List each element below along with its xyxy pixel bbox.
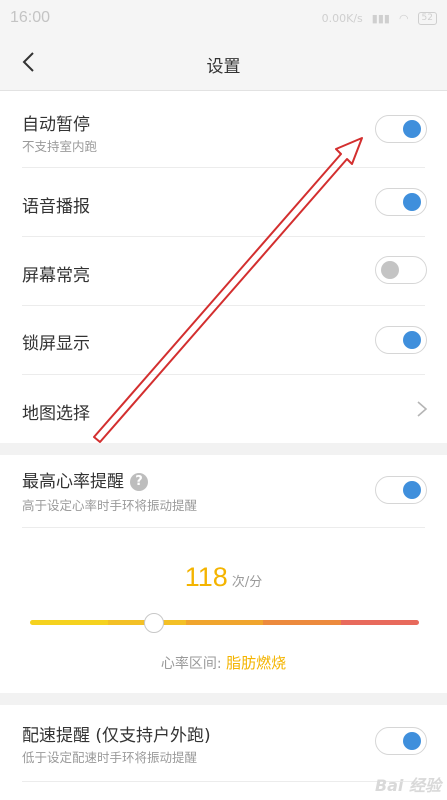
divider	[22, 527, 425, 528]
heart-rate-number: 118	[184, 562, 228, 592]
slider-segment	[263, 620, 342, 625]
toggle-knob	[403, 193, 421, 211]
toggle-knob	[381, 261, 399, 279]
chevron-right-icon	[417, 401, 428, 417]
watermark: Bai 经验	[374, 776, 441, 795]
wifi-icon: ◠	[398, 11, 409, 25]
heart-rate-unit: 次/分	[231, 575, 263, 590]
status-time: 16:00	[10, 9, 51, 26]
setting-auto-pause: 自动暂停 不支持室内跑	[0, 92, 447, 168]
toggle-knob	[403, 120, 421, 138]
battery-icon: 52	[417, 11, 437, 25]
lock-display-toggle[interactable]	[375, 326, 427, 354]
heart-rate-label: 最高心率提醒	[22, 472, 124, 492]
heart-rate-zone: 心率区间: 脂肪燃烧	[0, 652, 447, 673]
setting-label: 锁屏显示	[22, 334, 90, 354]
page-title: 设置	[206, 57, 241, 77]
divider	[22, 781, 425, 782]
setting-lock-display: 锁屏显示	[0, 306, 447, 374]
status-bar: 16:00 0.00K/s ▮▮▮ ◠ 52	[0, 0, 447, 36]
setting-label: 语音播报	[22, 197, 90, 217]
zone-value: 脂肪燃烧	[226, 654, 287, 672]
voice-toggle[interactable]	[375, 188, 427, 216]
pace-toggle[interactable]	[375, 727, 427, 755]
setting-sub: 低于设定配速时手环将振动提醒	[22, 750, 198, 765]
setting-label: 自动暂停	[22, 115, 90, 135]
toggle-knob	[403, 732, 421, 750]
toggle-knob	[403, 481, 421, 499]
toggle-knob	[403, 331, 421, 349]
slider-segment	[30, 620, 108, 625]
setting-label: 屏幕常亮	[22, 266, 90, 286]
slider-segment	[341, 620, 419, 625]
heart-rate-slider[interactable]	[30, 620, 419, 625]
app-header: 设置	[0, 36, 447, 91]
setting-sub: 高于设定心率时手环将振动提醒	[22, 498, 198, 513]
zone-label: 心率区间:	[160, 656, 222, 672]
setting-label: 最高心率提醒?	[22, 467, 148, 492]
slider-thumb[interactable]	[144, 613, 165, 633]
slider-segment	[185, 620, 264, 625]
heart-rate-toggle[interactable]	[375, 476, 427, 504]
setting-label: 地图选择	[22, 404, 90, 424]
heart-rate-value: 118 次/分	[0, 562, 447, 593]
status-icons: 0.00K/s ▮▮▮ ◠ 52	[321, 11, 437, 25]
setting-voice: 语音播报	[0, 168, 447, 236]
screen-on-toggle[interactable]	[375, 256, 427, 284]
setting-map-select[interactable]: 地图选择	[0, 375, 447, 443]
setting-sub: 不支持室内跑	[22, 139, 98, 154]
help-icon[interactable]: ?	[130, 473, 148, 491]
setting-label: 配速提醒 (仅支持户外跑)	[22, 726, 211, 746]
network-speed: 0.00K/s	[321, 11, 363, 25]
setting-screen-on: 屏幕常亮	[0, 237, 447, 305]
auto-pause-toggle[interactable]	[375, 115, 427, 143]
setting-max-heart-rate: 最高心率提醒? 高于设定心率时手环将振动提醒	[0, 455, 447, 527]
section-gap	[0, 693, 447, 705]
signal-icon: ▮▮▮	[371, 11, 390, 25]
section-gap	[0, 443, 447, 455]
